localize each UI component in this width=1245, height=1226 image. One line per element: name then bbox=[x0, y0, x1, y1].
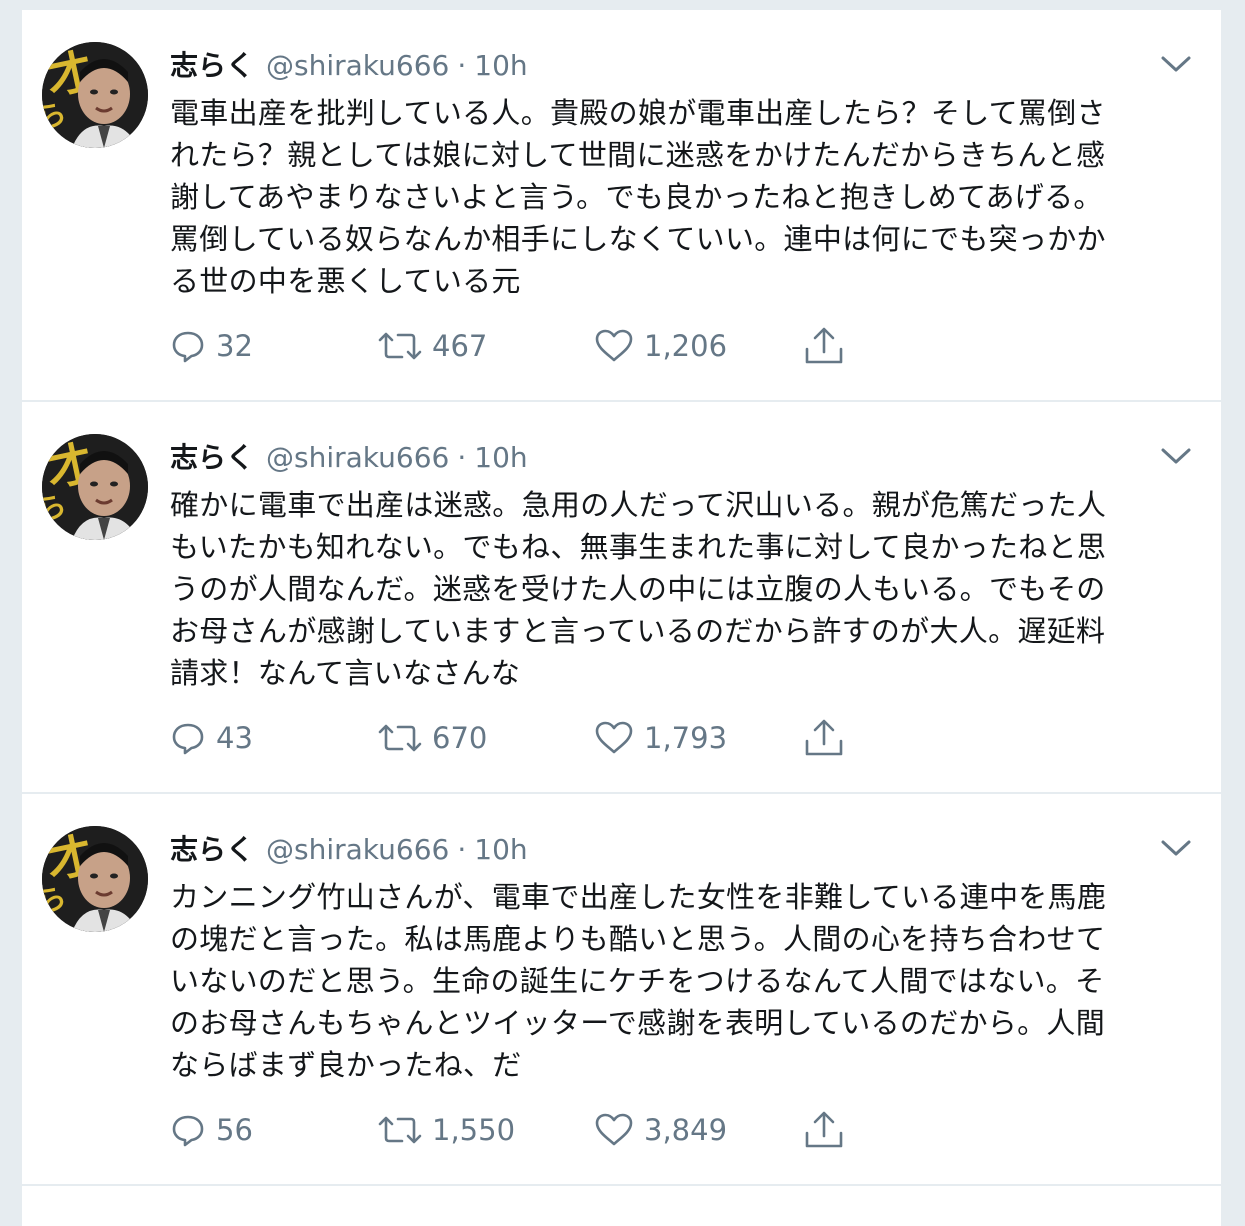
retweet-button[interactable]: 467 bbox=[378, 326, 487, 366]
tweet-header: 志らく @shiraku666 · 10h bbox=[170, 436, 528, 480]
timeline: 才 ら 志らく @shiraku666 · 10h 電車出産を批判している人。貴殿の娘… bbox=[22, 10, 1221, 1226]
tweet-actions: 43 670 1,793 bbox=[170, 718, 930, 758]
share-icon bbox=[805, 1111, 843, 1148]
reply-button[interactable]: 32 bbox=[170, 326, 253, 366]
tweet-text: 電車出産を批判している人。貴殿の娘が電車出産したら？そして罵倒さ れたら？親とし… bbox=[170, 96, 1106, 298]
author-handle[interactable]: @shiraku666 bbox=[266, 833, 449, 866]
like-button[interactable]: 1,206 bbox=[594, 326, 727, 366]
reply-icon bbox=[172, 1115, 204, 1147]
retweet-count: 670 bbox=[432, 721, 488, 755]
timestamp[interactable]: 10h bbox=[474, 833, 527, 866]
avatar-image: 才 ら bbox=[42, 434, 148, 540]
avatar-image: 才 ら bbox=[42, 42, 148, 148]
tweet[interactable]: 才 ら 志らく @shiraku666 · 10h カンニング竹山さんが、電車で出産し… bbox=[22, 794, 1221, 1184]
like-button[interactable]: 3,849 bbox=[594, 1110, 727, 1150]
share-button[interactable] bbox=[804, 1110, 844, 1150]
author-handle[interactable]: @shiraku666 bbox=[266, 49, 449, 82]
reply-icon bbox=[172, 331, 204, 363]
avatar[interactable]: 才 ら bbox=[42, 42, 148, 148]
more-button[interactable] bbox=[1159, 836, 1193, 860]
tweet-actions: 32 467 1,206 bbox=[170, 326, 930, 366]
heart-icon bbox=[595, 1113, 633, 1146]
share-button[interactable] bbox=[804, 326, 844, 366]
tweet-text: カンニング竹山さんが、電車で出産した女性を非難している連中を馬鹿 の塊だと言った… bbox=[170, 880, 1107, 1082]
retweet-button[interactable]: 1,550 bbox=[378, 1110, 515, 1150]
share-button[interactable] bbox=[804, 718, 844, 758]
retweet-count: 1,550 bbox=[432, 1113, 516, 1147]
reply-icon bbox=[172, 723, 204, 755]
tweet[interactable]: 才 ら 志らく @shiraku666 · 10h 確かに電車で出産は迷惑。急用の人だ… bbox=[22, 402, 1221, 792]
chevron-down-icon bbox=[1161, 448, 1191, 464]
heart-icon bbox=[595, 329, 633, 362]
retweet-icon bbox=[378, 332, 422, 360]
tweet-actions: 56 1,550 3,849 bbox=[170, 1110, 930, 1150]
tweet-header: 志らく @shiraku666 · 10h bbox=[170, 828, 528, 872]
reply-count: 32 bbox=[216, 329, 253, 363]
tweet-header: 志らく @shiraku666 · 10h bbox=[170, 44, 528, 88]
chevron-down-icon bbox=[1161, 56, 1191, 72]
author-handle[interactable]: @shiraku666 bbox=[266, 441, 449, 474]
author-name[interactable]: 志らく bbox=[170, 49, 254, 82]
tweet[interactable]: 才 ら 志らく @shiraku666 · 10h 電車出産を批判している人。貴殿の娘… bbox=[22, 10, 1221, 400]
separator: · bbox=[457, 49, 467, 82]
tweet-text: 確かに電車で出産は迷惑。急用の人だって沢山いる。親が危篤だった人 もいたかも知れ… bbox=[170, 488, 1107, 690]
tweet-partial[interactable] bbox=[22, 1186, 1221, 1226]
timestamp[interactable]: 10h bbox=[474, 441, 527, 474]
share-icon bbox=[805, 327, 843, 364]
retweet-button[interactable]: 670 bbox=[378, 718, 487, 758]
like-count: 1,793 bbox=[644, 721, 728, 755]
separator: · bbox=[457, 833, 467, 866]
avatar[interactable]: 才 ら bbox=[42, 434, 148, 540]
timestamp[interactable]: 10h bbox=[474, 49, 527, 82]
author-name[interactable]: 志らく bbox=[170, 441, 254, 474]
heart-icon bbox=[595, 721, 633, 754]
retweet-icon bbox=[378, 1116, 422, 1144]
chevron-down-icon bbox=[1161, 840, 1191, 856]
like-count: 3,849 bbox=[644, 1113, 728, 1147]
avatar-image: 才 ら bbox=[42, 826, 148, 932]
retweet-icon bbox=[378, 724, 422, 752]
retweet-count: 467 bbox=[432, 329, 488, 363]
avatar[interactable]: 才 ら bbox=[42, 826, 148, 932]
more-button[interactable] bbox=[1159, 52, 1193, 76]
like-button[interactable]: 1,793 bbox=[594, 718, 727, 758]
reply-count: 43 bbox=[216, 721, 253, 755]
more-button[interactable] bbox=[1159, 444, 1193, 468]
reply-button[interactable]: 56 bbox=[170, 1110, 253, 1150]
author-name[interactable]: 志らく bbox=[170, 833, 254, 866]
share-icon bbox=[805, 719, 843, 756]
separator: · bbox=[457, 441, 467, 474]
reply-count: 56 bbox=[216, 1113, 253, 1147]
like-count: 1,206 bbox=[644, 329, 728, 363]
reply-button[interactable]: 43 bbox=[170, 718, 253, 758]
